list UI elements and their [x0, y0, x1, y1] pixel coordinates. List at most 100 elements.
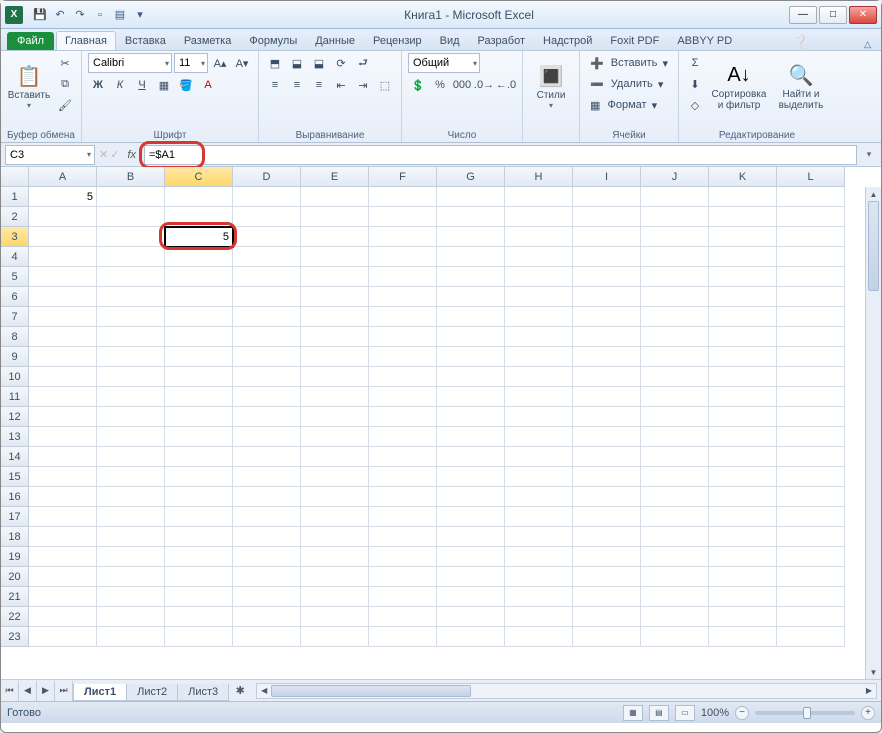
cell-D23[interactable]: [233, 627, 301, 647]
row-header-17[interactable]: 17: [1, 507, 29, 527]
sheet-last-icon[interactable]: ⏭: [55, 681, 73, 701]
align-top-icon[interactable]: ⬒: [265, 53, 285, 73]
cell-H8[interactable]: [505, 327, 573, 347]
row-header-16[interactable]: 16: [1, 487, 29, 507]
delete-cells-button[interactable]: ➖ Удалить ▾: [586, 74, 667, 94]
cell-H16[interactable]: [505, 487, 573, 507]
increase-font-icon[interactable]: A▴: [210, 53, 230, 73]
align-right-icon[interactable]: ≡: [309, 75, 329, 95]
cell-A6[interactable]: [29, 287, 97, 307]
bold-button[interactable]: Ж: [88, 75, 108, 95]
copy-icon[interactable]: ⧉: [55, 74, 75, 94]
cell-B11[interactable]: [97, 387, 165, 407]
cell-G22[interactable]: [437, 607, 505, 627]
new-icon[interactable]: ▫: [91, 6, 109, 24]
cell-J7[interactable]: [641, 307, 709, 327]
cell-J5[interactable]: [641, 267, 709, 287]
cell-B3[interactable]: [97, 227, 165, 247]
enter-formula-icon[interactable]: ✓: [110, 148, 119, 161]
cell-H17[interactable]: [505, 507, 573, 527]
cell-E15[interactable]: [301, 467, 369, 487]
cell-I13[interactable]: [573, 427, 641, 447]
cell-E3[interactable]: [301, 227, 369, 247]
cell-K17[interactable]: [709, 507, 777, 527]
cell-L11[interactable]: [777, 387, 845, 407]
cell-B8[interactable]: [97, 327, 165, 347]
cell-L5[interactable]: [777, 267, 845, 287]
col-header-H[interactable]: H: [505, 167, 573, 187]
cell-G8[interactable]: [437, 327, 505, 347]
cell-B13[interactable]: [97, 427, 165, 447]
cell-I17[interactable]: [573, 507, 641, 527]
cell-I6[interactable]: [573, 287, 641, 307]
autosum-icon[interactable]: Σ: [685, 53, 705, 73]
cell-I10[interactable]: [573, 367, 641, 387]
cell-H13[interactable]: [505, 427, 573, 447]
row-header-1[interactable]: 1: [1, 187, 29, 207]
cell-F17[interactable]: [369, 507, 437, 527]
cell-B16[interactable]: [97, 487, 165, 507]
cell-F10[interactable]: [369, 367, 437, 387]
horizontal-scrollbar[interactable]: ◀ ▶: [256, 683, 877, 699]
cell-I3[interactable]: [573, 227, 641, 247]
row-header-6[interactable]: 6: [1, 287, 29, 307]
cell-K20[interactable]: [709, 567, 777, 587]
cell-I9[interactable]: [573, 347, 641, 367]
fill-icon[interactable]: ⬇: [685, 74, 705, 94]
cell-B17[interactable]: [97, 507, 165, 527]
row-header-13[interactable]: 13: [1, 427, 29, 447]
cell-E4[interactable]: [301, 247, 369, 267]
row-header-2[interactable]: 2: [1, 207, 29, 227]
cell-H18[interactable]: [505, 527, 573, 547]
cell-D5[interactable]: [233, 267, 301, 287]
scroll-left-icon[interactable]: ◀: [257, 684, 271, 698]
decrease-font-icon[interactable]: A▾: [232, 53, 252, 73]
cell-L9[interactable]: [777, 347, 845, 367]
cell-G19[interactable]: [437, 547, 505, 567]
cell-I11[interactable]: [573, 387, 641, 407]
scroll-up-icon[interactable]: ▲: [866, 187, 881, 201]
row-header-7[interactable]: 7: [1, 307, 29, 327]
cell-D4[interactable]: [233, 247, 301, 267]
cell-I18[interactable]: [573, 527, 641, 547]
cell-D17[interactable]: [233, 507, 301, 527]
cell-A9[interactable]: [29, 347, 97, 367]
cell-K13[interactable]: [709, 427, 777, 447]
cell-J20[interactable]: [641, 567, 709, 587]
tab-foxit pdf[interactable]: Foxit PDF: [601, 31, 668, 50]
tab-разработ[interactable]: Разработ: [469, 31, 534, 50]
row-header-23[interactable]: 23: [1, 627, 29, 647]
cell-F20[interactable]: [369, 567, 437, 587]
vertical-scrollbar[interactable]: ▲ ▼: [865, 187, 881, 679]
cell-G10[interactable]: [437, 367, 505, 387]
cell-H1[interactable]: [505, 187, 573, 207]
cell-G3[interactable]: [437, 227, 505, 247]
cell-F15[interactable]: [369, 467, 437, 487]
col-header-A[interactable]: A: [29, 167, 97, 187]
merge-cells-icon[interactable]: ⬚: [375, 75, 395, 95]
cell-G4[interactable]: [437, 247, 505, 267]
cell-J10[interactable]: [641, 367, 709, 387]
cell-I23[interactable]: [573, 627, 641, 647]
cell-F22[interactable]: [369, 607, 437, 627]
cell-C3[interactable]: 5: [165, 227, 233, 247]
cell-L12[interactable]: [777, 407, 845, 427]
paste-button[interactable]: 📋 Вставить ▾: [7, 53, 51, 119]
cell-J15[interactable]: [641, 467, 709, 487]
cell-G21[interactable]: [437, 587, 505, 607]
cell-A2[interactable]: [29, 207, 97, 227]
tab-рецензир[interactable]: Рецензир: [364, 31, 431, 50]
sheet-first-icon[interactable]: ⏮: [1, 681, 19, 701]
cell-H4[interactable]: [505, 247, 573, 267]
cell-J13[interactable]: [641, 427, 709, 447]
cell-F21[interactable]: [369, 587, 437, 607]
cell-K14[interactable]: [709, 447, 777, 467]
cell-E10[interactable]: [301, 367, 369, 387]
cell-D20[interactable]: [233, 567, 301, 587]
cell-A18[interactable]: [29, 527, 97, 547]
align-center-icon[interactable]: ≡: [287, 75, 307, 95]
cell-D1[interactable]: [233, 187, 301, 207]
cell-D10[interactable]: [233, 367, 301, 387]
cell-A22[interactable]: [29, 607, 97, 627]
cell-J11[interactable]: [641, 387, 709, 407]
